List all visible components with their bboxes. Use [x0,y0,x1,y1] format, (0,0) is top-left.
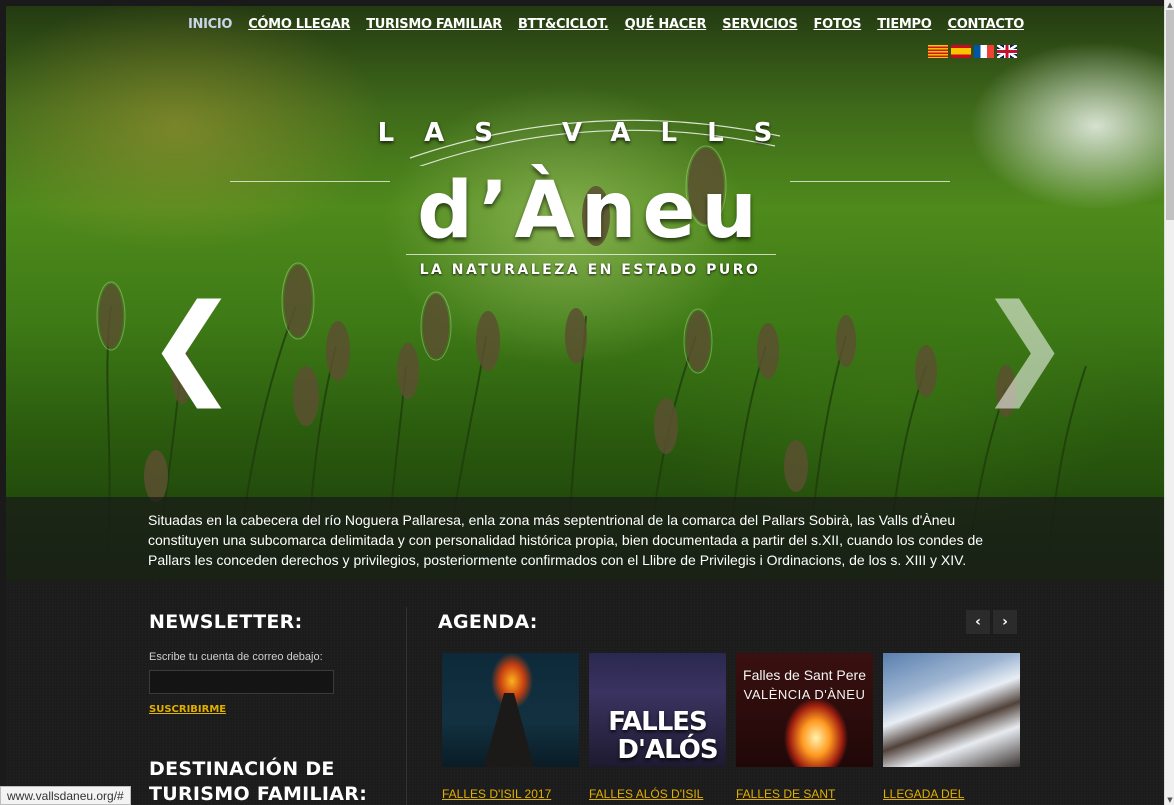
nav-tiempo[interactable]: TIEMPO [877,17,932,32]
family-tourism-heading: DESTINACIÓN DE TURISMO FAMILIAR: [149,757,389,805]
nav-que-hacer[interactable]: QUÉ HACER [625,17,707,32]
family-heading-line1: DESTINACIÓN DE [149,758,335,780]
logo-subtitle: LA NATURALEZA EN ESTADO PURO [419,262,761,278]
column-divider [406,607,407,805]
nav-contacto[interactable]: CONTACTO [948,17,1025,32]
agenda-prev-button[interactable]: ‹ [966,610,990,634]
scrollbar-thumb[interactable] [1166,10,1174,220]
scroll-down-icon[interactable]: ▼ [1165,795,1174,805]
catalan-flag-icon[interactable] [928,45,948,58]
nav-btt-ciclot[interactable]: BTT&CICLOT. [518,17,609,32]
nav-fotos[interactable]: FOTOS [814,17,862,32]
uk-flag-icon[interactable] [997,45,1017,58]
logo-rule-under [406,254,776,255]
agenda-captions: FALLES D'ISIL 2017 FALLES ALÓS D'ISIL FA… [442,787,1020,801]
slider-caption-text: Situadas en la cabecera del río Noguera … [148,512,984,568]
slider-next-arrow-icon[interactable]: ❯ [978,289,1070,404]
browser-status-bar: www.vallsdaneu.org/# [0,786,131,805]
agenda-heading: AGENDA: [438,611,538,633]
falles-sant-pere-image-text: Falles de Sant Pere [743,667,866,683]
main-nav: INICIO CÓMO LLEGAR TURISMO FAMILIAR BTT&… [188,17,1024,32]
newsletter-email-input[interactable] [149,670,334,694]
browser-viewport: INICIO CÓMO LLEGAR TURISMO FAMILIAR BTT&… [0,0,1174,805]
valencia-daneu-image-text: VALÈNCIA D'ÀNEU [743,687,866,702]
scroll-up-icon[interactable]: ▲ [1165,0,1174,10]
agenda-thumb-falles-sant-pere[interactable]: Falles de Sant Pere VALÈNCIA D'ÀNEU [736,653,873,767]
agenda-link-falles-sant[interactable]: FALLES DE SANT [736,787,873,801]
newsletter-heading: NEWSLETTER: [149,611,303,633]
agenda-thumb-llegada[interactable] [883,653,1020,767]
language-switcher [928,45,1017,58]
family-heading-line2: TURISMO FAMILIAR: [149,783,368,805]
falles-alos-image-text: FALLES D'ALÓS [608,707,718,765]
site-logo[interactable]: LAS VALLS d’Àneu LA NATURALEZA EN ESTADO… [230,106,950,286]
vertical-scrollbar[interactable]: ▲ ▼ [1164,0,1174,805]
nav-inicio[interactable]: INICIO [188,17,232,32]
agenda-pager: ‹ › [966,610,1017,634]
subscribe-link[interactable]: SUSCRIBIRME [149,704,389,715]
agenda-link-falles-isil[interactable]: FALLES D'ISIL 2017 [442,787,579,801]
slider-caption: Situadas en la cabecera del río Noguera … [6,497,1164,581]
spanish-flag-icon[interactable] [951,45,971,58]
nav-como-llegar[interactable]: CÓMO LLEGAR [248,17,350,32]
logo-main-text: d’Àneu [417,166,763,256]
footer-section: NEWSLETTER: Escribe tu cuenta de correo … [6,581,1164,805]
nav-servicios[interactable]: SERVICIOS [722,17,798,32]
agenda-link-llegada[interactable]: LLEGADA DEL [883,787,1020,801]
agenda-thumbnails: FALLES D'ALÓS Falles de Sant Pere VALÈNC… [442,653,1020,767]
nav-turismo-familiar[interactable]: TURISMO FAMILIAR [366,17,502,32]
newsletter-block: NEWSLETTER: Escribe tu cuenta de correo … [149,611,389,715]
agenda-link-falles-alos[interactable]: FALLES ALÓS D'ISIL [589,787,726,801]
hero-slider: INICIO CÓMO LLEGAR TURISMO FAMILIAR BTT&… [6,6,1164,581]
slider-prev-arrow-icon[interactable]: ❮ [146,289,238,404]
agenda-thumb-falles-alos[interactable]: FALLES D'ALÓS [589,653,726,767]
newsletter-label: Escribe tu cuenta de correo debajo: [149,651,323,663]
agenda-thumb-falles-isil[interactable] [442,653,579,767]
logo-top-text: LAS VALLS [377,118,803,148]
french-flag-icon[interactable] [974,45,994,58]
agenda-next-button[interactable]: › [993,610,1017,634]
